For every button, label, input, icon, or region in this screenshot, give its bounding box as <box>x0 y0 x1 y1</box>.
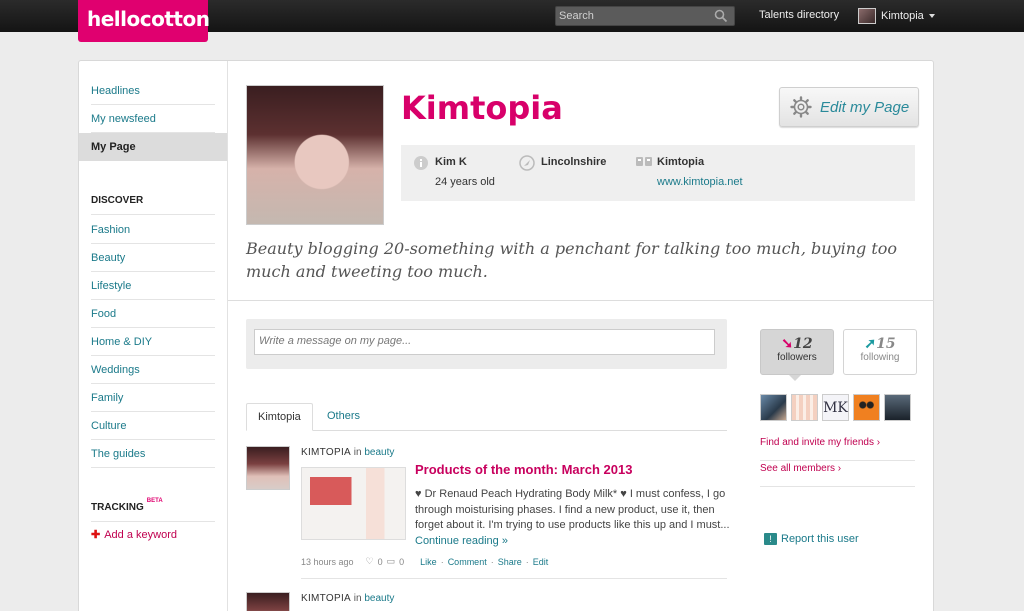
sidebar: Headlines My newsfeed My Page DISCOVER F… <box>79 61 228 611</box>
search-icon[interactable] <box>714 9 728 23</box>
sidebar-item-the-guides[interactable]: The guides <box>91 440 215 468</box>
person-name: Kim K <box>435 156 467 168</box>
followers-count-value: 12 <box>793 336 813 352</box>
see-all-members-link[interactable]: See all members › <box>760 462 915 487</box>
post-excerpt: ♥ Dr Renaud Peach Hydrating Body Milk* ♥… <box>415 487 730 549</box>
edit-link[interactable]: Edit <box>533 557 549 567</box>
user-menu-label: Kimtopia <box>881 10 924 22</box>
following-count-value: 15 <box>876 336 896 352</box>
post-divider <box>301 578 727 579</box>
blog-name: Kimtopia <box>657 156 705 168</box>
post-thumbnail[interactable] <box>301 467 406 540</box>
profile-avatar <box>246 85 384 225</box>
blog-url-link[interactable]: www.kimtopia.net <box>657 176 743 188</box>
talents-directory-link[interactable]: Talents directory <box>759 9 839 21</box>
comment-link[interactable]: Comment <box>448 557 487 567</box>
followers-pointer <box>789 375 801 381</box>
feed-tabs: Kimtopia Others <box>246 403 727 431</box>
search-input[interactable] <box>556 7 706 25</box>
beta-badge: BETA <box>146 498 163 504</box>
post-title[interactable]: Products of the month: March 2013 <box>415 462 632 477</box>
post-category[interactable]: beauty <box>364 593 394 604</box>
edit-my-page-button[interactable]: Edit my Page <box>779 87 919 127</box>
message-box <box>246 319 727 369</box>
chevron-down-icon <box>928 14 935 18</box>
gear-icon <box>790 96 812 118</box>
blog-icon <box>636 157 652 166</box>
post-meta: KIMTOPIA in beauty <box>301 593 394 604</box>
following-label: following <box>860 352 900 363</box>
comment-icon: ▭ <box>386 556 396 566</box>
user-menu[interactable]: Kimtopia <box>858 7 935 25</box>
following-button[interactable]: ➚15 following <box>843 329 917 375</box>
sidebar-item-headlines[interactable]: Headlines <box>91 77 215 105</box>
sidebar-item-family[interactable]: Family <box>91 384 215 412</box>
post-time: 13 hours ago <box>301 556 354 567</box>
follower-avatar[interactable]: MK <box>822 394 849 421</box>
follower-avatar[interactable] <box>791 394 818 421</box>
share-link[interactable]: Share <box>498 557 522 567</box>
profile-name: Kimtopia <box>401 89 563 127</box>
post-author-avatar[interactable] <box>246 446 290 490</box>
hellocotton-logo[interactable]: hellocotton <box>78 0 210 42</box>
follower-avatar[interactable] <box>884 394 911 421</box>
user-avatar <box>858 8 876 24</box>
tab-others[interactable]: Others <box>316 403 371 431</box>
tab-kimtopia[interactable]: Kimtopia <box>246 403 313 431</box>
section-divider <box>228 300 934 301</box>
tracking-heading-label: TRACKING <box>91 502 144 513</box>
sidebar-item-food[interactable]: Food <box>91 300 215 328</box>
add-keyword-label: Add a keyword <box>104 529 177 541</box>
post-in-label: in <box>353 593 362 604</box>
sidebar-item-fashion[interactable]: Fashion <box>91 216 215 244</box>
plus-icon: ✚ <box>91 529 101 541</box>
sidebar-item-my-page[interactable]: My Page <box>79 133 227 161</box>
report-user-label: Report this user <box>781 533 859 545</box>
add-keyword-link[interactable]: ✚ Add a keyword <box>91 528 177 541</box>
post-footer: 13 hours ago ♡ 0 ▭ 0 Like · Comment · Shar… <box>301 556 549 567</box>
sidebar-item-lifestyle[interactable]: Lifestyle <box>91 272 215 300</box>
tracking-heading: TRACKINGBETA <box>91 494 215 522</box>
sidebar-item-home-diy[interactable]: Home & DIY <box>91 328 215 356</box>
main-card: Headlines My newsfeed My Page DISCOVER F… <box>78 60 934 611</box>
post-in-label: in <box>353 447 362 458</box>
post-excerpt-text: ♥ Dr Renaud Peach Hydrating Body Milk* ♥… <box>415 488 730 531</box>
comment-count: 0 <box>399 556 405 567</box>
followers-label: followers <box>777 352 817 363</box>
profile-info-box: Kim K 24 years old Lincolnshire Kimtopia… <box>401 145 915 201</box>
person-age: 24 years old <box>435 176 495 188</box>
post-author[interactable]: KIMTOPIA <box>301 593 351 604</box>
following-count: ➚15 <box>844 336 916 352</box>
post-author-avatar[interactable] <box>246 592 290 611</box>
discover-heading: DISCOVER <box>91 187 215 215</box>
info-icon <box>414 156 428 170</box>
search-box[interactable] <box>555 6 735 26</box>
follower-avatar[interactable] <box>760 394 787 421</box>
sidebar-item-my-newsfeed[interactable]: My newsfeed <box>91 105 215 133</box>
post-author[interactable]: KIMTOPIA <box>301 447 351 458</box>
like-count: 0 <box>377 556 383 567</box>
post-category[interactable]: beauty <box>364 447 394 458</box>
post-meta: KIMTOPIA in beauty <box>301 447 394 458</box>
heart-icon: ♡ <box>365 556 374 566</box>
followers-count: ➘12 <box>761 336 833 352</box>
location-text: Lincolnshire <box>541 156 607 168</box>
sidebar-item-culture[interactable]: Culture <box>91 412 215 440</box>
sidebar-item-weddings[interactable]: Weddings <box>91 356 215 384</box>
message-input[interactable] <box>254 329 715 355</box>
profile-bio: Beauty blogging 20-something with a penc… <box>246 239 898 281</box>
like-link[interactable]: Like <box>420 557 437 567</box>
follower-avatar[interactable] <box>853 394 880 421</box>
sidebar-item-beauty[interactable]: Beauty <box>91 244 215 272</box>
location-icon <box>519 155 535 171</box>
arrow-out-icon: ➚ <box>864 336 877 352</box>
warning-icon: ! <box>764 533 777 545</box>
followers-button[interactable]: ➘12 followers <box>760 329 834 375</box>
find-invite-friends-link[interactable]: Find and invite my friends › <box>760 436 915 461</box>
edit-my-page-label: Edit my Page <box>820 98 910 116</box>
continue-reading-link[interactable]: Continue reading » <box>415 535 508 547</box>
report-user-link[interactable]: ! Report this user <box>764 533 859 545</box>
arrow-in-icon: ➘ <box>781 336 794 352</box>
